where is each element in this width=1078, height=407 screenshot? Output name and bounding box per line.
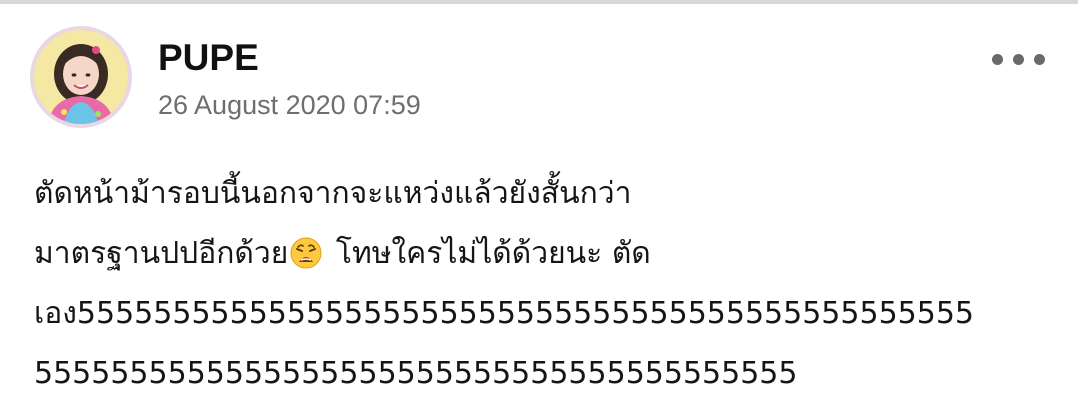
post-timestamp: 26 August 2020 07:59 <box>158 90 421 120</box>
more-options-button[interactable] <box>984 42 1054 76</box>
post-text-segment: มาตรฐานปปอีกด้วย <box>34 236 289 271</box>
post-text-segment: โทษใครไม่ได้ด้วยนะ ตัด <box>326 236 651 271</box>
author-name[interactable]: PUPE <box>158 36 259 80</box>
post-text-line-2: มาตรฐานปปอีกด้วย โทษใครไม่ได้ด้วยนะ ตัด <box>34 224 1070 284</box>
avatar[interactable] <box>30 26 132 128</box>
post-card: PUPE 26 August 2020 07:59 ตัดหน้าม้ารอบน… <box>0 4 1078 407</box>
avatar-image <box>34 30 128 124</box>
post-text-line-1: ตัดหน้าม้ารอบนี้นอกจากจะแหว่งแล้วยังสั้น… <box>34 176 632 211</box>
post-text-line-4: 5555555555555555555555555555555555555555 <box>34 356 798 391</box>
post-body: ตัดหน้าม้ารอบนี้นอกจากจะแหว่งแล้วยังสั้น… <box>34 164 1070 404</box>
post-text-line-3: เอง5555555555555555555555555555555555555… <box>34 296 975 331</box>
weary-face-emoji-icon <box>290 237 322 269</box>
